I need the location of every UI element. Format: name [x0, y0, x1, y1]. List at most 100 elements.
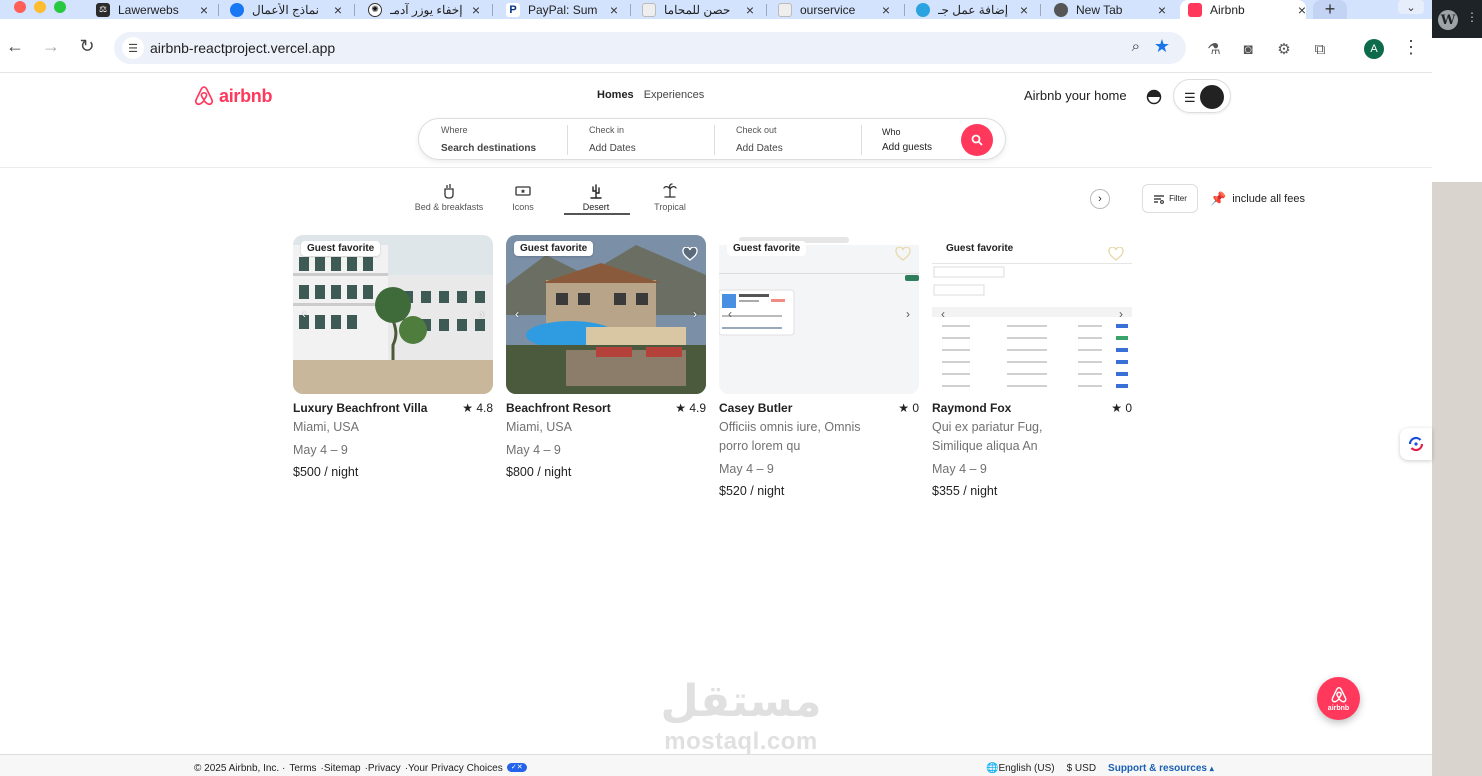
who-input[interactable]: Add guests	[882, 142, 962, 153]
profile-avatar[interactable]: A	[1364, 39, 1384, 59]
browser-tab[interactable]: New Tab ×	[1054, 0, 1166, 19]
footer-link-terms[interactable]: Terms	[289, 763, 316, 774]
prev-photo-chevron-icon[interactable]: ‹	[515, 307, 519, 321]
browser-tab[interactable]: ourservice ×	[778, 0, 890, 19]
browser-tab-active[interactable]: Airbnb ×	[1180, 0, 1306, 19]
url-text[interactable]: airbnb-reactproject.vercel.app	[150, 40, 335, 56]
category-next-chevron-icon[interactable]: ›	[1090, 189, 1110, 209]
guest-favorite-badge: Guest favorite	[940, 241, 1020, 256]
browser-tab[interactable]: ⚖ Lawerwebs ×	[96, 0, 208, 19]
puzzle-extensions-icon[interactable]: ⧉	[1310, 39, 1330, 59]
listing-card[interactable]: Guest favorite ‹ › Beachfront Resort ★ 4…	[506, 235, 706, 479]
search-button[interactable]	[961, 124, 993, 156]
checkout-field[interactable]: Check out Add Dates	[736, 125, 856, 155]
minimize-window-button[interactable]	[34, 1, 46, 13]
next-photo-chevron-icon[interactable]: ›	[693, 307, 697, 321]
user-menu-button[interactable]: ☰	[1173, 79, 1231, 113]
listing-photo[interactable]: Guest favorite ‹ ›	[932, 235, 1132, 394]
star-icon: ★	[675, 401, 690, 415]
back-arrow-icon[interactable]: ←	[4, 35, 26, 57]
host-link[interactable]: Airbnb your home	[1024, 88, 1127, 103]
listing-card[interactable]: Guest favorite ‹ › Raymond Fox ★ 0 Qui e…	[932, 235, 1132, 498]
close-tab-icon[interactable]: ×	[882, 2, 890, 18]
browser-tab[interactable]: حصن للمحاما ×	[642, 0, 754, 19]
airbnb-logo[interactable]: airbnb	[193, 84, 273, 108]
category-icons[interactable]: Icons	[483, 182, 563, 212]
prev-photo-chevron-icon[interactable]: ‹	[728, 307, 732, 321]
camera-icon[interactable]: ◙	[1238, 39, 1258, 59]
close-tab-icon[interactable]: ×	[1298, 2, 1306, 18]
close-tab-icon[interactable]: ×	[200, 2, 208, 18]
theme-toggle-icon[interactable]	[1146, 89, 1162, 105]
listing-card[interactable]: Guest favorite ‹ › Luxury Beachfront Vil…	[293, 235, 493, 479]
close-window-button[interactable]	[14, 1, 26, 13]
close-tab-icon[interactable]: ×	[1158, 2, 1166, 18]
close-tab-icon[interactable]: ×	[334, 2, 342, 18]
user-avatar	[1200, 85, 1224, 109]
prev-photo-chevron-icon[interactable]: ‹	[941, 307, 945, 321]
tab-search-chevron-icon[interactable]: ⌄	[1398, 0, 1424, 14]
new-tab-button[interactable]: +	[1313, 0, 1347, 19]
language-selector[interactable]: 🌐English (US)	[986, 763, 1055, 774]
listing-rating: ★ 0	[898, 401, 919, 415]
site-settings-icon[interactable]: ☰	[122, 37, 144, 59]
browser-tab[interactable]: نماذج الأعمال ×	[230, 0, 342, 19]
footer-link-privacy[interactable]: ·Privacy	[365, 763, 401, 774]
filter-button[interactable]: Filter	[1142, 184, 1198, 213]
category-desert[interactable]: Desert	[556, 182, 636, 215]
category-bed-breakfasts[interactable]: Bed & breakfasts	[409, 182, 489, 212]
lawyer-favicon-icon: ⚖	[96, 2, 110, 17]
close-tab-icon[interactable]: ×	[1020, 2, 1028, 18]
chrome-favicon-icon	[1054, 2, 1068, 17]
chat-widget-button[interactable]	[1400, 428, 1432, 460]
nav-experiences[interactable]: Experiences	[644, 89, 705, 101]
next-photo-chevron-icon[interactable]: ›	[480, 307, 484, 321]
who-field[interactable]: Who Add guests	[882, 127, 962, 157]
reload-icon[interactable]: ↻	[76, 35, 98, 57]
close-tab-icon[interactable]: ×	[610, 2, 618, 18]
listing-dates: May 4 – 9	[932, 462, 987, 476]
privacy-choices-toggle-icon[interactable]: ✓✕	[506, 763, 527, 772]
support-resources-link[interactable]: Support & resources ▴	[1108, 763, 1214, 774]
wishlist-heart-icon[interactable]	[1108, 247, 1124, 261]
checkout-input[interactable]: Add Dates	[736, 143, 856, 154]
copyright-text: © 2025 Airbnb, Inc. ·	[194, 763, 286, 774]
airbnb-floating-button[interactable]: airbnb	[1317, 677, 1360, 720]
next-photo-chevron-icon[interactable]: ›	[906, 307, 910, 321]
nav-homes[interactable]: Homes	[597, 89, 634, 101]
wordpress-logo-icon[interactable]: W	[1438, 10, 1458, 30]
where-input[interactable]: Search destinations	[441, 143, 561, 154]
maximize-window-button[interactable]	[54, 1, 66, 13]
browser-tab[interactable]: إضافة عمل جـ ×	[916, 0, 1028, 19]
palm-icon	[630, 182, 710, 200]
footer-link-privacy-choices[interactable]: ·Your Privacy Choices	[405, 763, 503, 774]
listing-photo[interactable]: Guest favorite ‹ ›	[506, 235, 706, 394]
category-tropical[interactable]: Tropical	[630, 182, 710, 212]
wishlist-heart-icon[interactable]	[895, 247, 911, 261]
footer-link-sitemap[interactable]: ·Sitemap	[321, 763, 361, 774]
extension-icon[interactable]: ⚗	[1204, 39, 1224, 59]
listing-photo[interactable]: Guest favorite ‹ ›	[293, 235, 493, 394]
browser-tab[interactable]: P PayPal: Sum ×	[506, 0, 618, 19]
listing-photo[interactable]: Guest favorite ‹ ›	[719, 235, 919, 394]
where-field[interactable]: Where Search destinations	[441, 125, 561, 155]
close-tab-icon[interactable]: ×	[472, 2, 480, 18]
close-tab-icon[interactable]: ×	[746, 2, 754, 18]
zoom-icon[interactable]: ⌕	[1132, 38, 1140, 55]
include-fees-toggle[interactable]: 📌 include all fees	[1210, 191, 1305, 207]
browser-menu-icon[interactable]: ⋮	[1402, 37, 1420, 58]
bookmark-star-icon[interactable]: ★	[1154, 36, 1170, 57]
next-photo-chevron-icon[interactable]: ›	[1119, 307, 1123, 321]
paypal-favicon-icon: P	[506, 2, 520, 17]
browser-tab[interactable]: ✺ إخفاء يوزر آدمـ ×	[368, 0, 480, 19]
checkin-input[interactable]: Add Dates	[589, 143, 709, 154]
forward-arrow-icon[interactable]: →	[40, 35, 62, 57]
wishlist-heart-icon[interactable]	[682, 247, 698, 261]
listing-rating: ★ 0	[1111, 401, 1132, 415]
listing-card[interactable]: Guest favorite ‹ › Casey Butler ★ 0 Offi…	[719, 235, 919, 498]
checkin-field[interactable]: Check in Add Dates	[589, 125, 709, 155]
address-bar[interactable]: ☰ airbnb-reactproject.vercel.app ⌕ ★	[114, 32, 1186, 64]
currency-selector[interactable]: $ USD	[1067, 763, 1096, 774]
bike-extension-icon[interactable]: ⚙	[1274, 39, 1294, 59]
prev-photo-chevron-icon[interactable]: ‹	[302, 307, 306, 321]
